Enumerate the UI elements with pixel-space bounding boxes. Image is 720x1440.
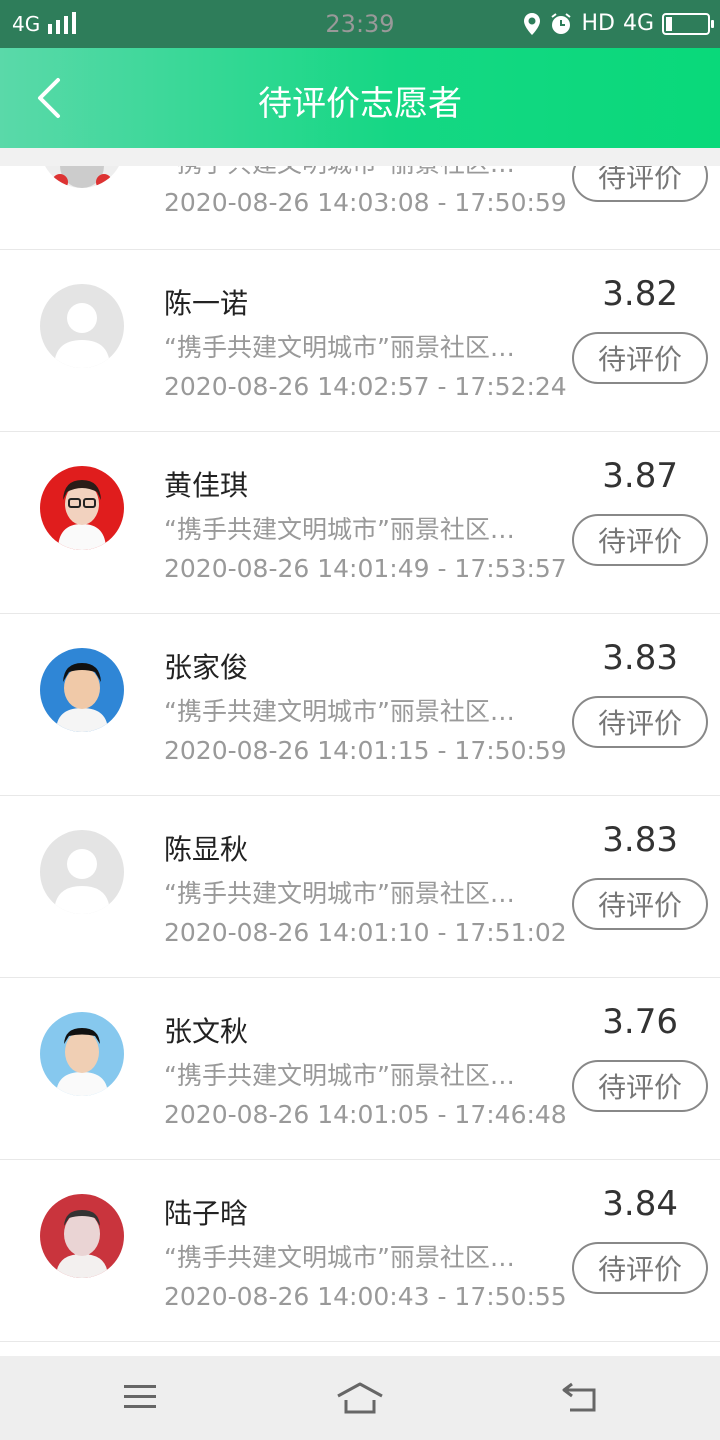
score: 3.76 [602, 1002, 678, 1042]
battery-icon [662, 12, 714, 35]
avatar [40, 1194, 124, 1278]
score: 3.84 [602, 1184, 678, 1224]
time-range: 2020-08-26 14:01:05 - 17:46:48 [164, 1100, 567, 1129]
volunteer-name: 陈显秋 [164, 833, 249, 866]
avatar [40, 1012, 124, 1096]
home-icon[interactable] [336, 1382, 384, 1414]
hd-label: HD [581, 11, 615, 36]
score: 3.83 [602, 638, 678, 678]
evaluate-button[interactable]: 待评价 [572, 878, 708, 930]
alarm-icon [551, 12, 572, 34]
avatar [40, 284, 124, 368]
avatar [40, 830, 124, 914]
status-bar: 4G 23:39 HD 4G [0, 0, 720, 48]
evaluate-button[interactable]: 待评价 [572, 166, 708, 202]
time-range: 2020-08-26 14:01:15 - 17:50:59 [164, 736, 567, 765]
score: 3.82 [602, 274, 678, 314]
activity-label: “携手共建文明城市”丽景社区… [164, 697, 515, 726]
page-title: 待评价志愿者 [258, 84, 462, 124]
list-item[interactable]: 陆子晗 “携手共建文明城市”丽景社区… 2020-08-26 14:00:43 … [0, 1160, 720, 1342]
avatar [40, 648, 124, 732]
evaluate-button[interactable]: 待评价 [572, 332, 708, 384]
activity-label: “携手共建文明城市”丽景社区… [164, 1243, 515, 1272]
volunteer-name: 陆子晗 [164, 1197, 249, 1230]
score: 3.83 [602, 820, 678, 860]
status-right: HD 4G [523, 11, 714, 36]
time-range: 2020-08-26 14:01:49 - 17:53:57 [164, 554, 567, 583]
return-icon[interactable] [560, 1382, 600, 1414]
avatar [40, 466, 124, 550]
menu-icon[interactable] [122, 1382, 158, 1412]
activity-label: “携手共建文明城市”丽景社区… [164, 333, 515, 362]
evaluate-button[interactable]: 待评价 [572, 1060, 708, 1112]
header-bar: 待评价志愿者 [0, 48, 720, 148]
list-item[interactable]: “携手共建文明城市”丽景社区… 2020-08-26 14:03:08 - 17… [0, 166, 720, 250]
avatar [40, 166, 124, 188]
volunteer-name: 陈一诺 [164, 287, 249, 320]
evaluate-button[interactable]: 待评价 [572, 514, 708, 566]
volunteer-list: “携手共建文明城市”丽景社区… 2020-08-26 14:03:08 - 17… [0, 166, 720, 1342]
list-item[interactable]: 张文秋 “携手共建文明城市”丽景社区… 2020-08-26 14:01:05 … [0, 978, 720, 1160]
location-icon [524, 12, 541, 35]
time-range: 2020-08-26 14:02:57 - 17:52:24 [164, 372, 567, 401]
activity-label: “携手共建文明城市”丽景社区… [164, 515, 515, 544]
activity-label: “携手共建文明城市”丽景社区… [164, 166, 515, 180]
evaluate-button[interactable]: 待评价 [572, 1242, 708, 1294]
list-item[interactable]: 黄佳琪 “携手共建文明城市”丽景社区… 2020-08-26 14:01:49 … [0, 432, 720, 614]
evaluate-button[interactable]: 待评价 [572, 696, 708, 748]
volunteer-name: 张文秋 [164, 1015, 249, 1048]
activity-label: “携手共建文明城市”丽景社区… [164, 879, 515, 908]
volunteer-name: 张家俊 [164, 651, 249, 684]
header-divider [0, 148, 720, 166]
time-range: 2020-08-26 14:03:08 - 17:50:59 [164, 188, 567, 217]
volunteer-name: 黄佳琪 [164, 469, 249, 502]
network-label-2: 4G [622, 11, 654, 36]
time-range: 2020-08-26 14:00:43 - 17:50:55 [164, 1282, 567, 1311]
score: 3.87 [602, 456, 678, 496]
time-range: 2020-08-26 14:01:10 - 17:51:02 [164, 918, 567, 947]
list-item[interactable]: 陈显秋 “携手共建文明城市”丽景社区… 2020-08-26 14:01:10 … [0, 796, 720, 978]
list-item[interactable]: 张家俊 “携手共建文明城市”丽景社区… 2020-08-26 14:01:15 … [0, 614, 720, 796]
system-nav-bar [0, 1356, 720, 1440]
list-item[interactable]: 陈一诺 “携手共建文明城市”丽景社区… 2020-08-26 14:02:57 … [0, 250, 720, 432]
activity-label: “携手共建文明城市”丽景社区… [164, 1061, 515, 1090]
